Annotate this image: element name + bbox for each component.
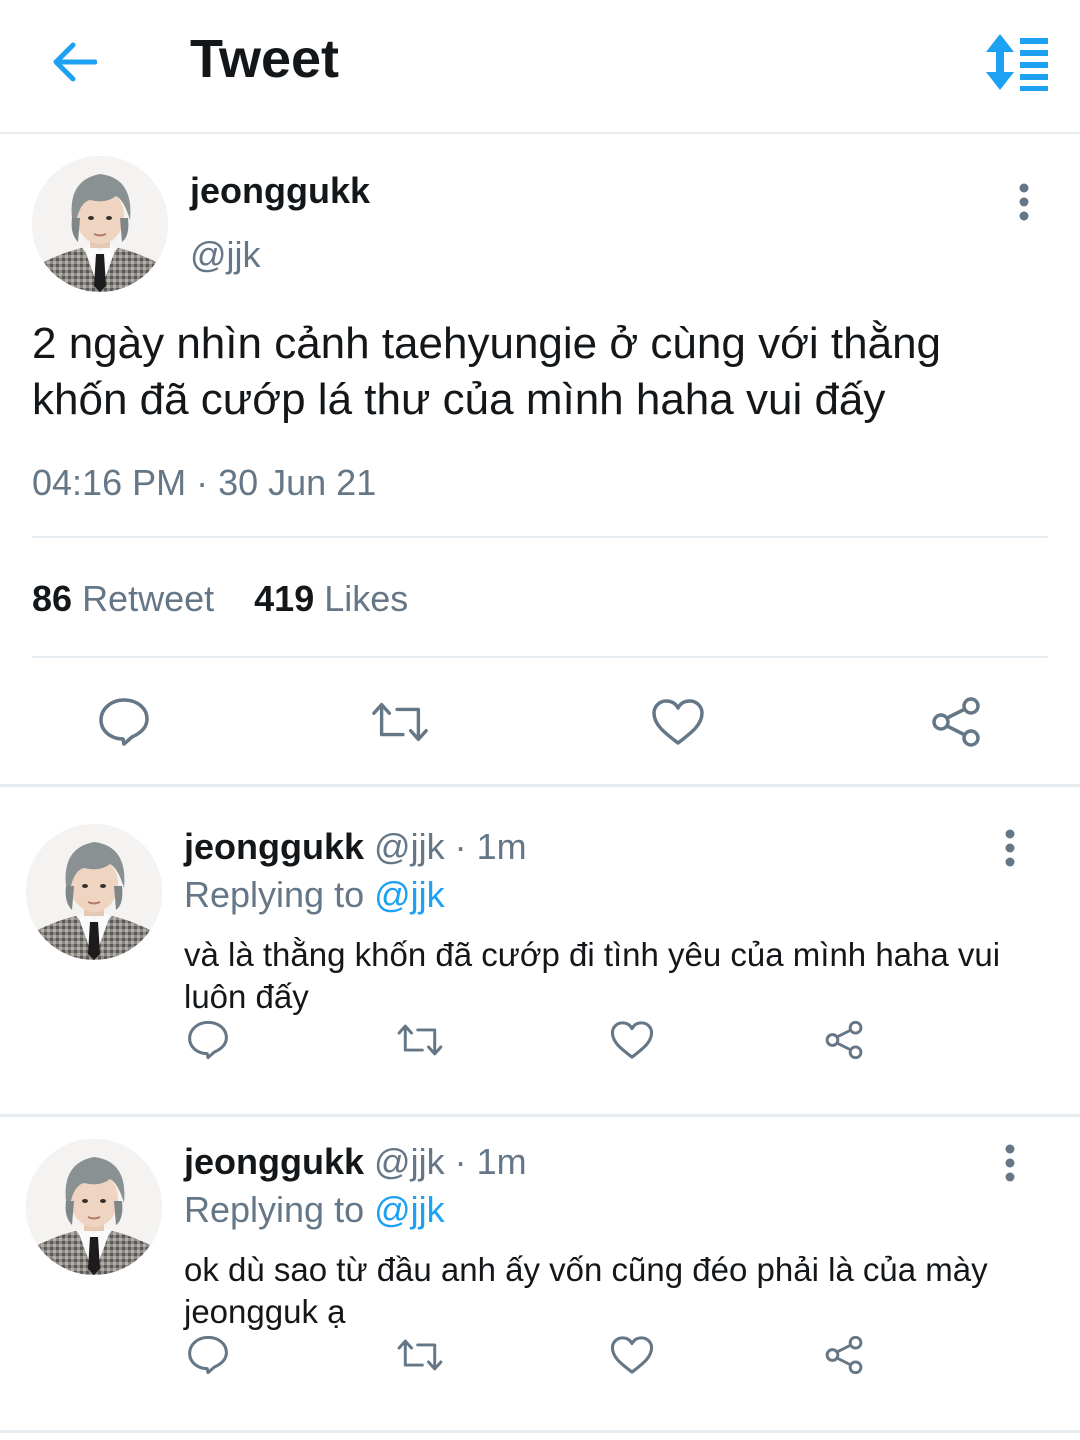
main-tweet: jeonggukk @jjk 2 ngày nhìn cảnh taehyung… [0, 136, 1080, 784]
sort-list-icon [986, 34, 1048, 91]
heart-icon [610, 1021, 654, 1059]
comment-icon [188, 1335, 228, 1375]
more-options-button[interactable] [990, 818, 1030, 878]
replying-to: Replying to @jjk [184, 1189, 445, 1231]
reply-age: · 1m [454, 826, 527, 867]
reply-text: ok dù sao từ đầu anh ấy vốn cũng đéo phả… [184, 1251, 988, 1330]
like-button[interactable] [608, 1016, 656, 1064]
share-icon [932, 697, 980, 747]
like-button[interactable] [608, 1331, 656, 1379]
avatar[interactable] [26, 824, 162, 960]
arrow-left-icon [53, 42, 97, 82]
author-handle[interactable]: @jjk [190, 234, 261, 276]
mention-link[interactable]: @jjk [374, 874, 445, 915]
more-vertical-icon [1005, 1144, 1015, 1182]
author-name[interactable]: jeonggukk [184, 826, 364, 867]
reply-actions [0, 1331, 1080, 1379]
retweet-icon [397, 1024, 443, 1056]
author-name[interactable]: jeonggukk [184, 1141, 364, 1182]
reply-age: · 1m [454, 1141, 527, 1182]
retweet-icon [397, 1339, 443, 1371]
tweet-timestamp: 04:16 PM · 30 Jun 21 [32, 462, 377, 503]
share-button[interactable] [926, 692, 986, 752]
reply-text: và là thằng khốn đã cướp đi tình yêu của… [184, 936, 1001, 1015]
retweet-icon [372, 702, 428, 742]
tweet-stats: 86 Retweet 419 Likes [32, 578, 408, 620]
reply-tweet[interactable]: jeonggukk @jjk · 1m Replying to @jjk ok … [0, 1103, 1080, 1415]
sort-button[interactable] [980, 32, 1052, 92]
divider [32, 536, 1048, 538]
more-vertical-icon [1019, 183, 1029, 221]
divider [32, 656, 1048, 658]
replying-to: Replying to @jjk [184, 874, 445, 916]
section-separator [0, 1430, 1080, 1433]
replying-label: Replying to [184, 1189, 365, 1230]
share-icon [825, 1335, 863, 1375]
more-vertical-icon [1005, 829, 1015, 867]
section-separator [0, 784, 1080, 787]
mention-link[interactable]: @jjk [374, 1189, 445, 1230]
author-handle[interactable]: @jjk [374, 826, 445, 867]
retweet-button[interactable] [370, 692, 430, 752]
like-button[interactable] [648, 692, 708, 752]
share-icon [825, 1020, 863, 1060]
reply-tweet[interactable]: jeonggukk @jjk · 1m Replying to @jjk và … [0, 788, 1080, 1100]
retweet-count: 86 [32, 578, 73, 619]
reply-header: jeonggukk @jjk · 1m [184, 1141, 527, 1183]
retweet-button[interactable] [396, 1016, 444, 1064]
author-name[interactable]: jeonggukk [190, 170, 370, 212]
comment-icon [99, 698, 149, 746]
avatar[interactable] [26, 1139, 162, 1275]
retweet-button[interactable] [396, 1331, 444, 1379]
avatar[interactable] [32, 156, 168, 292]
more-options-button[interactable] [990, 1133, 1030, 1193]
reply-button[interactable] [94, 692, 154, 752]
retweet-label[interactable]: Retweet [82, 578, 214, 619]
replying-label: Replying to [184, 874, 365, 915]
author-handle[interactable]: @jjk [374, 1141, 445, 1182]
heart-icon [652, 699, 704, 745]
heart-icon [610, 1336, 654, 1374]
reply-button[interactable] [184, 1016, 232, 1064]
like-count: 419 [254, 578, 315, 619]
page-title: Tweet [190, 29, 340, 89]
comment-icon [188, 1020, 228, 1060]
more-options-button[interactable] [1004, 172, 1044, 232]
likes-label[interactable]: Likes [324, 578, 408, 619]
share-button[interactable] [820, 1331, 868, 1379]
tweet-actions [0, 692, 1080, 752]
back-button[interactable] [44, 32, 104, 92]
reply-actions [0, 1016, 1080, 1064]
share-button[interactable] [820, 1016, 868, 1064]
tweet-text: 2 ngày nhìn cảnh taehyungie ở cùng với t… [32, 319, 942, 424]
top-bar: Tweet [0, 0, 1080, 134]
reply-header: jeonggukk @jjk · 1m [184, 826, 527, 868]
reply-button[interactable] [184, 1331, 232, 1379]
